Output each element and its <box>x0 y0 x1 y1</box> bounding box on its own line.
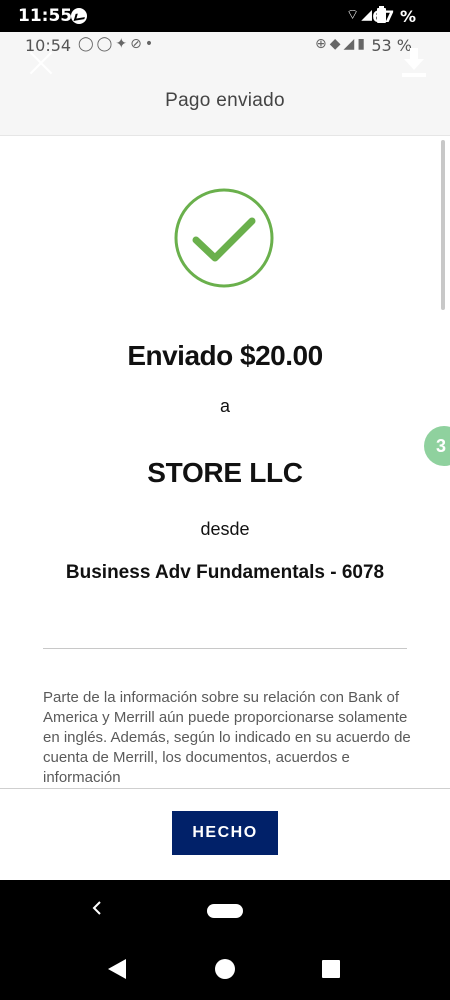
more-dot-icon: • <box>144 36 157 52</box>
disclaimer-text: Parte de la información sobre su relació… <box>43 689 411 786</box>
messenger-icon: ◯ <box>96 36 116 52</box>
app-screen: 10:54 ◯◯✦⊘• ⊕◆◢▮ 53 % Pago enviado Envia… <box>0 32 450 880</box>
divider <box>43 648 407 649</box>
status-bar: 11:55 ⌔◢ 67 % <box>0 0 450 32</box>
success-check-icon <box>174 188 274 288</box>
download-icon[interactable] <box>400 46 428 78</box>
messenger-icon <box>71 8 87 24</box>
signal-icon: ◢ <box>343 36 358 52</box>
battery-icon: ▮ <box>357 36 368 52</box>
inner-system-icons: ⊕◆◢▮ <box>315 36 368 52</box>
status-icons: ⌔◢ <box>346 6 374 24</box>
footer: HECHO <box>0 788 450 880</box>
home-pill[interactable] <box>207 904 243 918</box>
recipient-name: STORE LLC <box>147 457 303 488</box>
inner-notification-icons: ◯◯✦⊘• <box>78 36 156 52</box>
whatsapp-icon: ◯ <box>78 36 97 52</box>
close-icon[interactable] <box>28 50 54 76</box>
from-label: desde <box>200 519 250 539</box>
to-label: a <box>219 396 230 416</box>
sync-icon: ⊘ <box>130 36 145 52</box>
source-account: Business Adv Fundamentals - 6078 <box>65 562 385 583</box>
wifi-icon: ⌔ <box>346 7 362 23</box>
back-chevron-icon[interactable] <box>90 898 104 918</box>
done-button[interactable]: HECHO <box>172 811 278 855</box>
page-title: Pago enviado <box>165 90 285 111</box>
back-icon[interactable] <box>106 958 128 980</box>
data-saver-icon: ⊕ <box>314 36 330 52</box>
inner-status-bar: 10:54 ◯◯✦⊘• ⊕◆◢▮ 53 % <box>0 32 450 60</box>
status-time: 11:55 <box>18 6 73 26</box>
battery-level: 67 % <box>372 7 416 26</box>
sent-amount: Enviado $20.00 <box>127 340 323 371</box>
confirmation-content: Enviado $20.00 a STORE LLC desde Busines… <box>0 136 450 788</box>
navigation-bar <box>0 940 450 1000</box>
recents-icon[interactable] <box>322 960 340 978</box>
notification-icon: ✦ <box>115 36 131 52</box>
header: 10:54 ◯◯✦⊘• ⊕◆◢▮ 53 % Pago enviado <box>0 32 450 136</box>
home-icon[interactable] <box>215 959 235 979</box>
gesture-bar <box>0 880 450 940</box>
wifi-icon: ◆ <box>329 36 344 52</box>
scrollbar[interactable] <box>441 140 445 310</box>
